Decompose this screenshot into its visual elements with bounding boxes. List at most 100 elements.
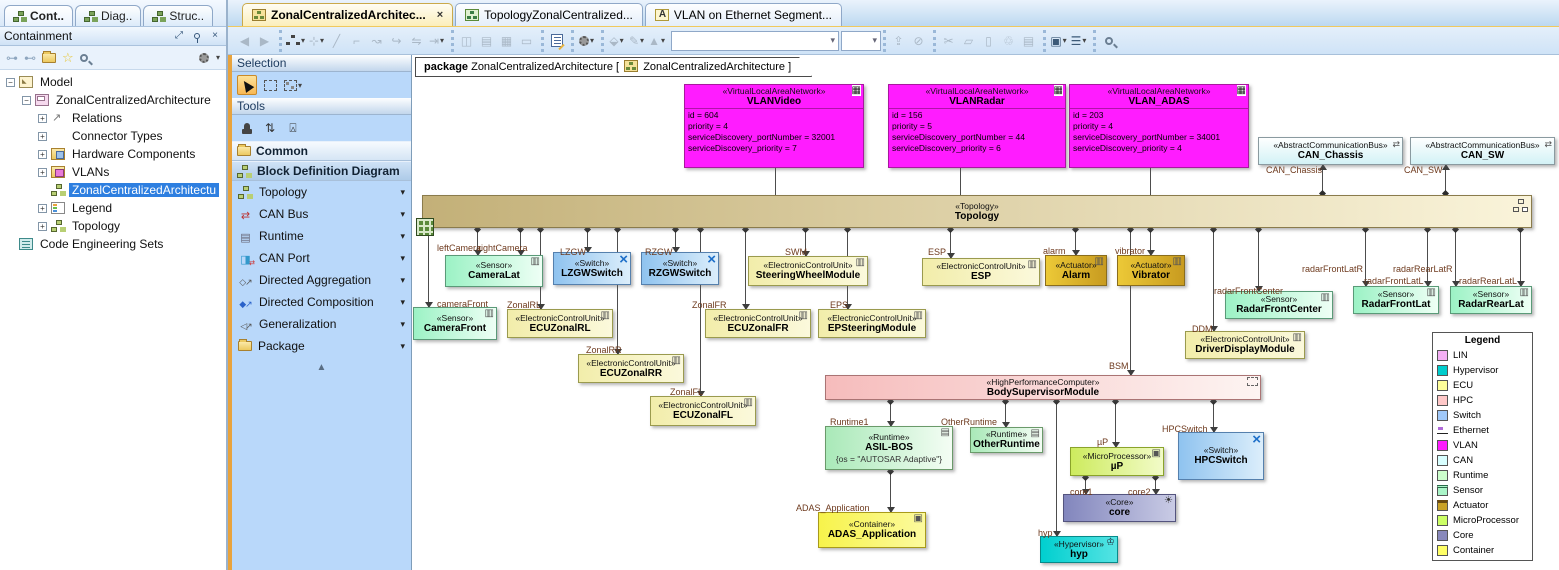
node-vlanradar[interactable]: «VirtualLocalAreaNetwork»VLANRadarid = 1…: [888, 84, 1066, 168]
show-elements-icon[interactable]: ▣ ▾: [1050, 32, 1067, 50]
node-ecuzonalrr[interactable]: «ElectronicControlUnit»ECUZonalRR: [578, 354, 684, 383]
zoom-search-icon[interactable]: [1100, 32, 1117, 50]
diagram-tab-topologyzonalcentralized[interactable]: TopologyZonalCentralized...: [455, 3, 643, 26]
gear-caret-icon[interactable]: ▾: [216, 53, 220, 62]
node-vlanvideo[interactable]: «VirtualLocalAreaNetwork»VLANVideoid = 6…: [684, 84, 864, 168]
node-adas-application[interactable]: «Container»ADAS_Application: [818, 512, 926, 548]
group-select-icon[interactable]: ▾: [283, 75, 303, 95]
palette-item-directed-composition[interactable]: Directed Composition ▾: [232, 291, 411, 313]
node-asil-bos[interactable]: «Runtime»ASIL-BOS{os = "AUTOSAR Adaptive…: [825, 426, 953, 470]
tree-item-code-engineering-sets[interactable]: Code Engineering Sets: [0, 235, 226, 253]
dropdown-caret-icon[interactable]: ▾: [400, 319, 405, 330]
palette-item-package[interactable]: Package ▾: [232, 335, 411, 357]
close-tab-icon[interactable]: ×: [437, 9, 443, 21]
collapse-icon[interactable]: −: [6, 77, 15, 87]
dropdown-caret-icon[interactable]: ▾: [400, 297, 405, 308]
expand-icon[interactable]: +: [38, 203, 47, 213]
node-ecuzonalfl[interactable]: «ElectronicControlUnit»ECUZonalFL: [650, 396, 756, 426]
node-camerafront[interactable]: «Sensor»CameraFront: [413, 307, 497, 340]
tree-item-zonalcentralizedarchitecture[interactable]: − ZonalCentralizedArchitecture: [0, 91, 226, 109]
node-ecuzonalfr[interactable]: «ElectronicControlUnit»ECUZonalFR: [705, 309, 811, 338]
node-can-sw[interactable]: «AbstractCommunicationBus»CAN_SW: [1410, 137, 1555, 165]
tree-item-connector-types[interactable]: + Connector Types: [0, 127, 226, 145]
dropdown-caret-icon[interactable]: ▾: [298, 81, 302, 90]
node-cameralat[interactable]: «Sensor»CameraLat: [445, 255, 543, 287]
dropdown-caret-icon[interactable]: ▾: [400, 275, 405, 286]
palette-group-common[interactable]: Common: [232, 141, 411, 161]
palette-item-runtime[interactable]: Runtime ▾: [232, 225, 411, 247]
tree-item-topology[interactable]: + Topology: [0, 217, 226, 235]
node-radarfrontlat[interactable]: «Sensor»RadarFrontLat: [1353, 286, 1439, 314]
dropdown-caret-icon[interactable]: ▾: [400, 253, 405, 264]
node-otherruntime[interactable]: «Runtime»OtherRuntime: [970, 427, 1043, 453]
node-alarm[interactable]: «Actuator»Alarm: [1045, 255, 1107, 286]
diagram-tab-zonalcentralizedarchitec[interactable]: ZonalCentralizedArchitec... ×: [242, 3, 454, 26]
tree-item-vlans[interactable]: + VLANs: [0, 163, 226, 181]
node-can-chassis[interactable]: «AbstractCommunicationBus»CAN_Chassis: [1258, 137, 1403, 165]
marquee-select-icon[interactable]: [260, 75, 280, 95]
expand-icon[interactable]: +: [38, 149, 47, 159]
tree-item-relations[interactable]: + Relations: [0, 109, 226, 127]
display-options-icon[interactable]: ☰ ▾: [1070, 32, 1087, 50]
close-panel-icon[interactable]: ×: [208, 30, 222, 43]
diagram-canvas[interactable]: package ZonalCentralizedArchitecture [ Z…: [412, 55, 1559, 570]
legend-box[interactable]: Legend LIN Hypervisor ECU HPC Switch Ethernet V…: [1432, 332, 1533, 561]
pointer-tool-icon[interactable]: [237, 75, 257, 95]
node-p[interactable]: «MicroProcessor»µP: [1070, 447, 1164, 476]
settings-gear-icon[interactable]: ▾: [578, 32, 595, 50]
node-hyp[interactable]: «Hypervisor»hyp: [1040, 536, 1118, 563]
tree-item-model[interactable]: − Model: [0, 73, 226, 91]
dropdown-caret-icon[interactable]: ▾: [590, 36, 594, 45]
node-driverdisplaymodule[interactable]: «ElectronicControlUnit»DriverDisplayModu…: [1185, 331, 1305, 359]
update-selection-icon[interactable]: ⊷: [24, 51, 36, 65]
node-ecuzonalrl[interactable]: «ElectronicControlUnit»ECUZonalRL: [507, 309, 613, 338]
collapse-tool-icon[interactable]: ⍓: [283, 118, 303, 138]
diagram-info-icon[interactable]: [548, 32, 565, 50]
dock-tab-struc[interactable]: Struc..: [143, 5, 214, 26]
node-topology[interactable]: «Topology» Topology: [416, 195, 1532, 236]
diagram-tab-vlan-on-ethernet-segment[interactable]: VLAN on Ethernet Segment...: [644, 3, 842, 26]
tree-item-hardware-components[interactable]: + Hardware Components: [0, 145, 226, 163]
dropdown-caret-icon[interactable]: ▾: [400, 187, 405, 198]
node-bodysupervisormodule[interactable]: «HighPerformanceComputer» BodySupervisorM…: [825, 375, 1261, 400]
expand-tool-icon[interactable]: ⇅: [260, 118, 280, 138]
palette-item-directed-aggregation[interactable]: Directed Aggregation ▾: [232, 269, 411, 291]
gear-icon[interactable]: [198, 52, 209, 63]
pin-panel-icon[interactable]: [190, 30, 204, 43]
expand-icon[interactable]: +: [38, 131, 47, 141]
expand-icon[interactable]: +: [38, 113, 47, 123]
node-radarrearlat[interactable]: «Sensor»RadarRearLat: [1450, 286, 1532, 314]
dropdown-caret-icon[interactable]: ▾: [1063, 36, 1067, 45]
diagram-tree-icon[interactable]: ▾: [286, 32, 305, 50]
node-vibrator[interactable]: «Actuator»Vibrator: [1117, 255, 1185, 286]
dock-tab-diag[interactable]: Diag..: [75, 5, 142, 26]
dropdown-caret-icon[interactable]: ▾: [1082, 36, 1086, 45]
stamp-tool-icon[interactable]: [237, 118, 257, 138]
tree-item-legend[interactable]: + Legend: [0, 199, 226, 217]
node-esp[interactable]: «ElectronicControlUnit»ESP: [922, 258, 1040, 286]
palette-collapse-arrow[interactable]: ▲: [232, 357, 411, 377]
toolbar-combobox[interactable]: ▾: [841, 30, 882, 51]
search-icon[interactable]: [79, 53, 88, 62]
palette-item-can-port[interactable]: CAN Port ▾: [232, 247, 411, 269]
palette-item-can-bus[interactable]: CAN Bus ▾: [232, 203, 411, 225]
tree-item-zonalcentralizedarchitectu[interactable]: ZonalCentralizedArchitectu: [0, 181, 226, 199]
expand-icon[interactable]: +: [38, 167, 47, 177]
node-hpcswitch[interactable]: «Switch»HPCSwitch: [1178, 432, 1264, 480]
update-tree-icon[interactable]: ⊶: [6, 51, 18, 65]
palette-group-block-definition-diagram[interactable]: Block Definition Diagram: [232, 161, 411, 181]
node-core[interactable]: «Core»core: [1063, 494, 1176, 522]
dropdown-caret-icon[interactable]: ▾: [400, 341, 405, 352]
expand-icon[interactable]: +: [38, 221, 47, 231]
float-panel-icon[interactable]: ⤢: [172, 30, 186, 43]
dropdown-caret-icon[interactable]: ▾: [400, 209, 405, 220]
palette-item-topology[interactable]: Topology ▾: [232, 181, 411, 203]
collapse-icon[interactable]: −: [22, 95, 31, 105]
palette-item-generalization[interactable]: Generalization ▾: [232, 313, 411, 335]
dock-tab-cont[interactable]: Cont..: [4, 5, 73, 26]
node-vlan-adas[interactable]: «VirtualLocalAreaNetwork»VLAN_ADASid = 2…: [1069, 84, 1249, 168]
toolbar-combobox[interactable]: ▾: [671, 30, 840, 51]
dropdown-caret-icon[interactable]: ▾: [301, 36, 305, 45]
open-folder-icon[interactable]: [42, 50, 56, 63]
node-steeringwheelmodule[interactable]: «ElectronicControlUnit»SteeringWheelModu…: [748, 256, 868, 286]
